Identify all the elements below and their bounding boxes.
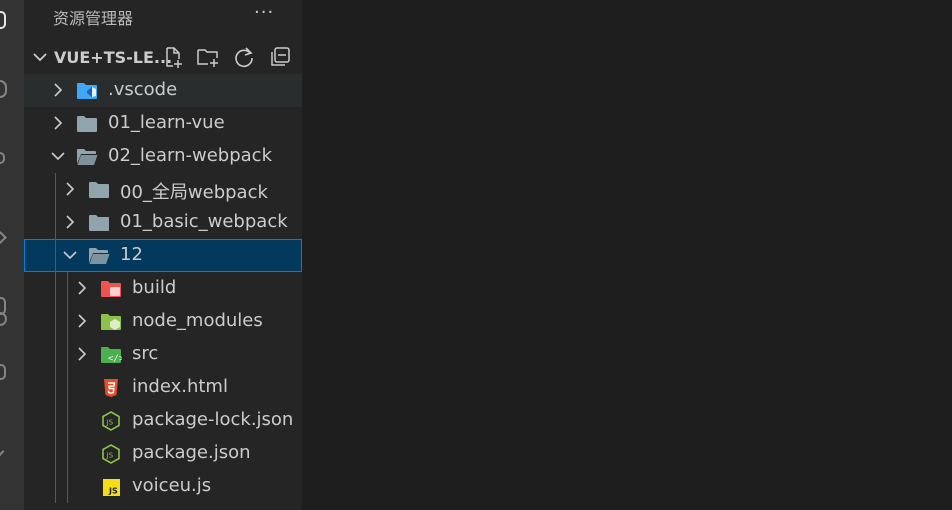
html5-icon — [104, 379, 118, 397]
explorer-sidebar: 资源管理器 ··· VUE+TS-LE... .vscode 01_learn-… — [24, 0, 302, 510]
file-tree: .vscode 01_learn-vue 02_learn-webpack 00_全局… — [24, 74, 302, 503]
tree-item-label: voiceu.js — [132, 475, 212, 496]
tree-item-label: 02_learn-webpack — [108, 145, 272, 166]
tree-item-label: 00_全局webpack — [120, 182, 268, 203]
tree-folder-row[interactable]: 01_learn-vue — [24, 107, 302, 140]
tree-folder-row[interactable]: 01_basic_webpack — [24, 206, 302, 239]
editor-area — [302, 0, 952, 510]
tree-item-label: build — [132, 277, 177, 298]
tree-item-label: src — [132, 343, 159, 364]
tree-folder-row[interactable]: node_modules — [24, 305, 302, 338]
search-icon[interactable] — [0, 80, 7, 98]
nodejs-icon: JS — [102, 444, 120, 464]
build-folder-icon — [101, 281, 121, 297]
vscode-folder-icon — [77, 83, 97, 99]
tree-folder-row[interactable]: .vscode — [24, 74, 302, 107]
tree-file-row[interactable]: index.html — [24, 371, 302, 404]
chevron-down-icon[interactable] — [50, 148, 66, 164]
tree-item-label: index.html — [132, 376, 228, 397]
more-actions-icon[interactable]: ··· — [254, 2, 274, 23]
chevron-right-icon[interactable] — [62, 181, 78, 197]
chevron-right-icon[interactable] — [74, 280, 90, 296]
folder-icon — [89, 215, 109, 231]
tree-folder-row[interactable]: 12 — [24, 239, 302, 272]
chevron-right-icon[interactable] — [74, 346, 90, 362]
svg-text:</>: </> — [108, 354, 122, 364]
tree-file-row[interactable]: JS voiceu.js — [24, 470, 302, 503]
svg-text:JS: JS — [108, 487, 118, 496]
tree-folder-row[interactable]: build — [24, 272, 302, 305]
chevron-right-icon[interactable] — [74, 313, 90, 329]
svg-text:JS: JS — [106, 419, 114, 427]
folder-icon — [77, 116, 97, 132]
new-folder-icon[interactable] — [196, 45, 220, 69]
indent-guide — [55, 173, 56, 503]
svg-text:JS: JS — [106, 452, 114, 460]
new-file-icon[interactable] — [161, 45, 185, 69]
refresh-icon[interactable] — [232, 45, 256, 69]
tree-item-label: node_modules — [132, 310, 263, 331]
javascript-icon: JS — [103, 479, 120, 496]
node-folder-icon — [101, 314, 121, 330]
source-control-icon[interactable] — [0, 152, 5, 164]
tree-file-row[interactable]: JS package-lock.json — [24, 404, 302, 437]
chevron-down-icon[interactable] — [30, 49, 50, 65]
folder-open-icon — [77, 149, 98, 165]
chevron-right-icon[interactable] — [50, 82, 66, 98]
explorer-title: 资源管理器 — [53, 9, 134, 28]
chevron-down-icon[interactable] — [62, 247, 78, 263]
folder-open-icon — [89, 248, 110, 264]
collapse-all-icon[interactable] — [268, 45, 292, 69]
nodejs-icon: JS — [102, 411, 120, 431]
explorer-icon[interactable] — [0, 11, 6, 29]
tree-item-label: package.json — [132, 442, 251, 463]
tree-item-label: 12 — [120, 244, 143, 265]
run-debug-icon[interactable] — [0, 231, 7, 244]
testing-icon[interactable] — [0, 364, 6, 380]
tree-folder-row[interactable]: 00_全局webpack — [24, 173, 302, 206]
tree-folder-row[interactable]: 02_learn-webpack — [24, 140, 302, 173]
tree-item-label: .vscode — [108, 79, 178, 100]
indent-guide — [67, 272, 68, 503]
src-folder-icon: </> — [101, 347, 122, 364]
folder-icon — [89, 182, 109, 198]
tree-file-row[interactable]: JS package.json — [24, 437, 302, 470]
remote-icon[interactable] — [0, 312, 7, 326]
tree-item-label: package-lock.json — [132, 409, 294, 430]
explorer-header: 资源管理器 ··· — [24, 0, 302, 30]
tree-item-label: 01_learn-vue — [108, 112, 225, 133]
chevron-right-icon[interactable] — [50, 115, 66, 131]
tree-folder-row[interactable]: </> src — [24, 338, 302, 371]
chevron-right-icon[interactable] — [62, 214, 78, 230]
activity-bar — [0, 0, 24, 510]
tree-item-label: 01_basic_webpack — [120, 211, 288, 232]
timeline-icon[interactable] — [0, 446, 5, 457]
workspace-title: VUE+TS-LE... — [54, 48, 173, 67]
workspace-section-header[interactable]: VUE+TS-LE... — [24, 40, 302, 74]
